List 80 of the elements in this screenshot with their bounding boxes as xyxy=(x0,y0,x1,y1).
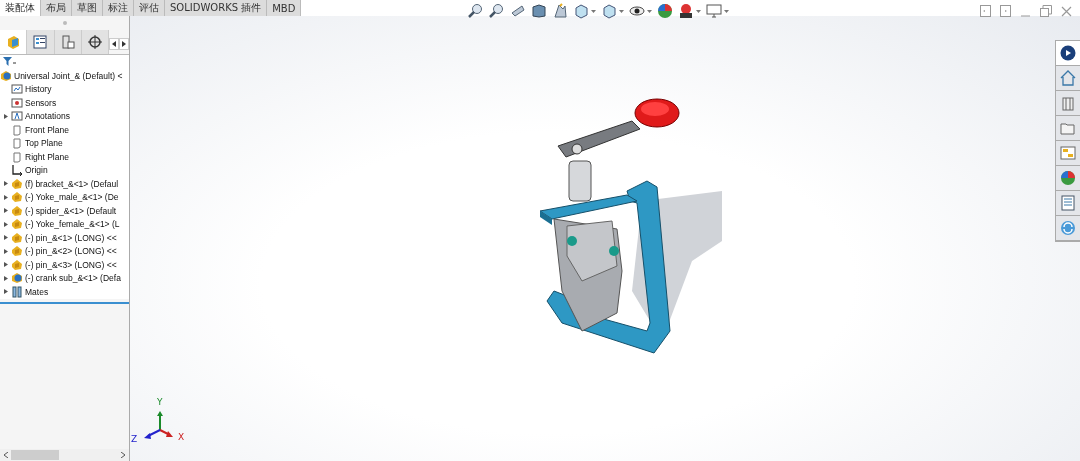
tree-item[interactable]: (-) pin_&<1> (LONG) << xyxy=(25,232,117,243)
scrollbar-thumb[interactable] xyxy=(11,450,59,460)
assembly-icon xyxy=(0,69,12,82)
tree-item[interactable]: (-) spider_&<1> (Default xyxy=(25,205,117,216)
ribbon-tab[interactable]: 标注 xyxy=(103,0,134,16)
properties-list-icon[interactable] xyxy=(1060,195,1076,211)
tree-item[interactable]: (-) pin_&<3> (LONG) << xyxy=(25,259,117,270)
monitor-icon[interactable] xyxy=(706,3,722,19)
dimxpert-tab[interactable] xyxy=(81,30,109,54)
filter-icon[interactable] xyxy=(3,56,16,67)
tree-item[interactable]: Origin xyxy=(25,165,48,176)
expand-arrow-icon[interactable] xyxy=(3,235,8,241)
feature-manager-tab[interactable] xyxy=(0,30,28,54)
cube-icon xyxy=(5,34,22,50)
grip-icon[interactable] xyxy=(62,21,67,25)
tree-item[interactable]: (-) pin_&<2> (LONG) << xyxy=(25,246,117,257)
restore-icon[interactable] xyxy=(1040,5,1052,17)
tree-item[interactable]: Front Plane xyxy=(25,124,69,135)
expand-arrow-icon[interactable] xyxy=(3,221,8,227)
plane-icon xyxy=(11,150,23,163)
expand-arrow-icon[interactable] xyxy=(3,113,8,119)
expand-arrow-icon[interactable] xyxy=(3,194,8,200)
tree-item[interactable]: (f) bracket_&<1> (Defaul xyxy=(25,178,119,189)
ribbon-tab[interactable]: 草图 xyxy=(72,0,103,16)
zoom-to-fit-icon[interactable] xyxy=(468,3,484,19)
sensors-icon xyxy=(11,96,23,109)
subassembly-icon xyxy=(11,272,23,285)
expand-arrow-icon[interactable] xyxy=(3,248,8,254)
appearance-ball-icon[interactable] xyxy=(1060,170,1076,186)
list-icon xyxy=(32,34,49,50)
dropdown-caret-icon[interactable] xyxy=(647,9,652,13)
part-icon xyxy=(11,204,23,217)
tree-item[interactable]: (-) crank sub_&<1> (Defa xyxy=(25,273,121,284)
annotations-icon xyxy=(11,110,23,123)
part-icon xyxy=(11,191,23,204)
part-icon xyxy=(11,258,23,271)
property-manager-tab[interactable] xyxy=(27,30,55,54)
axis-label: X xyxy=(178,433,185,442)
tree-item[interactable]: Top Plane xyxy=(25,138,63,149)
dropdown-caret-icon[interactable] xyxy=(724,9,729,13)
expand-arrow-icon[interactable] xyxy=(3,208,8,214)
hide-show-icon[interactable] xyxy=(629,3,645,19)
ribbon-tab[interactable]: SOLIDWORKS 插件 xyxy=(165,0,268,16)
part-icon xyxy=(11,218,23,231)
tree-item[interactable]: (-) Yoke_female_&<1> (L xyxy=(25,219,120,230)
panel-left-icon[interactable] xyxy=(980,5,991,17)
expand-arrow-icon[interactable] xyxy=(3,181,8,187)
part-icon xyxy=(11,177,23,190)
axis-label: Y xyxy=(157,398,163,407)
plane-icon xyxy=(11,137,23,150)
dropdown-caret-icon[interactable] xyxy=(696,9,701,13)
part-icon xyxy=(11,245,23,258)
dropdown-caret-icon[interactable] xyxy=(619,9,624,13)
expand-arrow-icon[interactable] xyxy=(3,289,8,295)
ribbon-tab[interactable]: MBD xyxy=(267,0,302,16)
part-icon xyxy=(11,231,23,244)
tree-item[interactable]: Annotations xyxy=(25,111,70,122)
tree-item[interactable]: Right Plane xyxy=(25,151,69,162)
expand-arrow-icon[interactable] xyxy=(3,262,8,268)
panel-right-icon[interactable] xyxy=(1000,5,1011,17)
mates-icon xyxy=(11,285,23,298)
tree-item[interactable]: (-) Yoke_male_&<1> (De xyxy=(25,192,119,203)
tree-item[interactable]: Mates xyxy=(25,286,49,297)
tree-item[interactable]: Universal Joint_& (Default) < xyxy=(14,70,123,81)
plane-icon xyxy=(11,123,23,136)
tree-item[interactable]: Sensors xyxy=(25,97,57,108)
tree-item[interactable]: History xyxy=(25,84,52,95)
refresh-icon[interactable] xyxy=(1060,220,1076,236)
dropdown-caret-icon[interactable] xyxy=(591,9,596,13)
origin-icon xyxy=(11,164,23,177)
crosshair-icon xyxy=(86,34,103,50)
ribbon-tab[interactable]: 评估 xyxy=(134,0,165,16)
appearance-icon[interactable] xyxy=(657,3,673,19)
history-icon xyxy=(11,83,23,96)
zoom-area-icon[interactable] xyxy=(489,3,505,19)
ribbon-tab[interactable]: 布局 xyxy=(41,0,72,16)
home-icon[interactable] xyxy=(1060,70,1076,86)
axis-label: Z xyxy=(131,435,138,444)
close-icon[interactable] xyxy=(1061,5,1072,17)
expand-arrow-icon[interactable] xyxy=(3,275,8,281)
